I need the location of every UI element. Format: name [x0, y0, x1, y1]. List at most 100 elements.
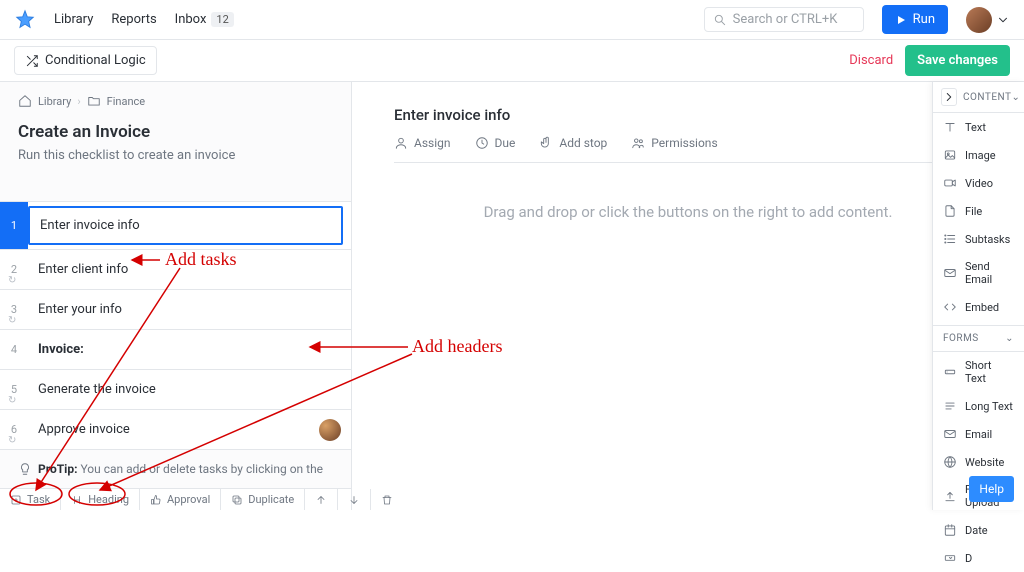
side-item-short-text[interactable]: Short Text	[933, 352, 1024, 392]
task-row[interactable]: 6Approve invoice↻	[0, 410, 351, 450]
inbox-count-badge: 12	[211, 12, 233, 27]
collapse-panel-button[interactable]	[941, 88, 957, 106]
side-item-embed[interactable]: Embed	[933, 293, 1024, 321]
task-row[interactable]: 2Enter client info↻	[0, 250, 351, 290]
add-heading-button[interactable]: Heading	[61, 489, 140, 510]
task-row[interactable]: 5Generate the invoice↻	[0, 370, 351, 410]
side-item-dropdown[interactable]: D	[933, 544, 1024, 572]
file-icon	[943, 204, 957, 218]
editor-toolbar: Conditional Logic Discard Save changes	[0, 40, 1024, 82]
search-icon	[713, 13, 727, 27]
side-item-label: Video	[965, 177, 993, 190]
chevron-down-icon: ⌄	[1012, 92, 1020, 103]
side-panel-forms-header[interactable]: FORMS ⌄	[933, 325, 1024, 352]
dropdown-icon	[943, 551, 957, 565]
shuffle-icon	[25, 54, 39, 68]
side-item-label: File	[965, 205, 982, 218]
app-logo[interactable]	[14, 9, 36, 31]
side-panel-content-header[interactable]: CONTENT ⌄	[933, 82, 1024, 113]
add-approval-label: Approval	[167, 493, 210, 506]
breadcrumb-root[interactable]: Library	[38, 95, 71, 108]
task-row[interactable]: 1Enter invoice info	[0, 202, 351, 250]
long-text-icon	[943, 399, 957, 413]
loop-icon: ↻	[8, 435, 16, 446]
chevron-down-icon: ⌄	[1005, 333, 1014, 344]
main-area: Library › Finance Create an Invoice Run …	[0, 82, 1024, 510]
workflow-subtitle[interactable]: Run this checklist to create an invoice	[18, 148, 333, 163]
thumbs-up-icon	[150, 494, 162, 506]
email-icon	[943, 427, 957, 441]
search-input[interactable]: Search or CTRL+K	[704, 7, 864, 32]
task-name: Approve invoice	[28, 410, 319, 449]
save-changes-button[interactable]: Save changes	[905, 45, 1010, 76]
loop-icon: ↻	[8, 315, 16, 326]
editor-title[interactable]: Enter invoice info	[394, 106, 982, 124]
clock-icon	[475, 136, 489, 150]
task-name: Enter client info	[28, 250, 351, 289]
workflow-title[interactable]: Create an Invoice	[18, 122, 333, 142]
task-settings-row: Assign Due Add stop Permissions	[394, 136, 982, 163]
user-menu[interactable]	[966, 7, 1010, 33]
short-text-icon	[943, 365, 957, 379]
side-item-label: Image	[965, 149, 996, 162]
breadcrumb-leaf[interactable]: Finance	[107, 95, 145, 108]
permissions-button[interactable]: Permissions	[631, 136, 717, 150]
left-panel: Library › Finance Create an Invoice Run …	[0, 82, 352, 510]
task-list: 1Enter invoice info2Enter client info↻3E…	[0, 201, 351, 450]
conditional-logic-button[interactable]: Conditional Logic	[14, 46, 157, 75]
side-item-file[interactable]: File	[933, 197, 1024, 225]
side-item-label: Embed	[965, 301, 999, 314]
content-side-panel: CONTENT ⌄ Text Image Video File Subtasks Send…	[932, 82, 1024, 510]
due-button[interactable]: Due	[475, 136, 516, 150]
duplicate-button[interactable]: Duplicate	[221, 489, 305, 510]
side-item-send-email[interactable]: Send Email	[933, 253, 1024, 293]
forms-section-label: FORMS	[943, 333, 979, 344]
side-item-long-text[interactable]: Long Text	[933, 392, 1024, 420]
side-item-label: Text	[965, 121, 986, 134]
task-row[interactable]: 4Invoice:	[0, 330, 351, 370]
video-icon	[943, 176, 957, 190]
side-item-date[interactable]: Date	[933, 516, 1024, 544]
assignee-avatar[interactable]	[319, 419, 341, 441]
bottom-action-bar: Task Heading Approval Duplicate	[0, 488, 351, 510]
loop-icon: ↻	[8, 395, 16, 406]
add-task-button[interactable]: Task	[0, 489, 61, 510]
assign-button[interactable]: Assign	[394, 136, 451, 150]
home-icon	[18, 94, 32, 108]
side-item-image[interactable]: Image	[933, 141, 1024, 169]
side-item-subtasks[interactable]: Subtasks	[933, 225, 1024, 253]
add-approval-button[interactable]: Approval	[140, 489, 221, 510]
side-item-video[interactable]: Video	[933, 169, 1024, 197]
top-nav: Library Reports Inbox 12 Search or CTRL+…	[0, 0, 1024, 40]
empty-content-placeholder: Drag and drop or click the buttons on th…	[394, 203, 982, 221]
conditional-logic-label: Conditional Logic	[45, 53, 146, 68]
website-icon	[943, 455, 957, 469]
side-item-email[interactable]: Email	[933, 420, 1024, 448]
side-item-website[interactable]: Website	[933, 448, 1024, 476]
nav-inbox[interactable]: Inbox 12	[175, 12, 234, 27]
move-up-button[interactable]	[305, 489, 338, 510]
arrow-up-icon	[315, 494, 327, 506]
side-item-label: D	[965, 552, 972, 565]
add-stop-button[interactable]: Add stop	[539, 136, 607, 150]
add-task-label: Task	[27, 493, 50, 506]
nav-library[interactable]: Library	[54, 12, 93, 27]
side-item-label: Send Email	[965, 260, 1014, 286]
duplicate-label: Duplicate	[248, 493, 294, 506]
play-icon	[895, 14, 907, 26]
nav-reports[interactable]: Reports	[111, 12, 156, 27]
side-item-label: Date	[965, 524, 988, 537]
task-name: Generate the invoice	[28, 370, 351, 409]
loop-icon: ↻	[8, 275, 16, 286]
users-icon	[631, 136, 645, 150]
assign-label: Assign	[414, 136, 451, 150]
task-row[interactable]: 3Enter your info↻	[0, 290, 351, 330]
help-button[interactable]: Help	[969, 476, 1014, 502]
run-button[interactable]: Run	[882, 5, 948, 34]
content-section-label: CONTENT	[957, 92, 1012, 103]
file-upload-icon	[943, 489, 957, 503]
discard-button[interactable]: Discard	[849, 53, 893, 68]
due-label: Due	[495, 136, 516, 150]
side-item-text[interactable]: Text	[933, 113, 1024, 141]
folder-icon	[87, 94, 101, 108]
